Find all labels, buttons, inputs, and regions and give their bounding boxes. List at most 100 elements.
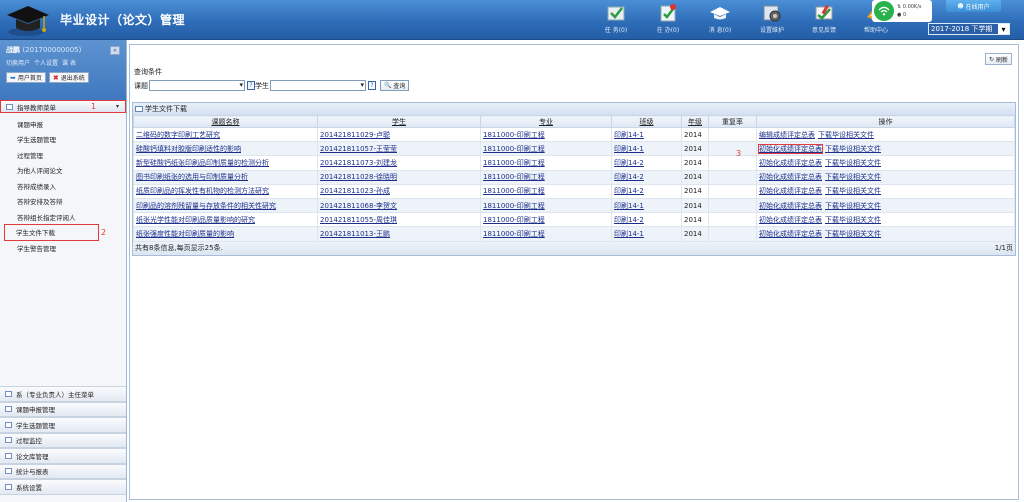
download-files-link[interactable]: 下载毕设相关文件 [825,145,881,153]
sidebar-item-review-others[interactable]: 为他人评阅论文 [0,163,126,179]
switch-user-link[interactable]: 切换用户 [6,60,30,67]
topic-cell-text[interactable]: 新型硅酸钙纸张印刷品印制质量的检测分析 [136,159,269,167]
student-cell-text[interactable]: 201421811073-刘建龙 [320,159,397,167]
init-score-sheet-link[interactable]: 初始化成绩评定总表 [759,187,822,195]
major-cell-text[interactable]: 1811000-印刷工程 [483,187,545,195]
init-score-sheet-link[interactable]: 初始化成绩评定总表 [759,230,822,238]
menu-thesis-library[interactable]: 论文库管理 [0,448,126,464]
sidebar-item-defense-arrange[interactable]: 答辩安排及答辩 [0,194,126,210]
major-cell-text[interactable]: 1811000-印刷工程 [483,173,545,181]
student-cell-text[interactable]: 201421811029-卢聪 [320,131,390,139]
download-files-link[interactable]: 下载毕设相关文件 [825,159,881,167]
grade-cell-text: 2014 [684,201,702,210]
search-button[interactable]: 🔍 查询 [380,80,410,91]
menu-director[interactable]: 系（专业负责人）主任菜单 [0,386,126,402]
timetable-link[interactable]: 课 表 [62,60,76,67]
topic-cell-text[interactable]: 印刷品的溶剂残留量与存放条件的相关性研究 [136,202,276,210]
topic-cell-text[interactable]: 硅酸钙填料对胶版印刷适性的影响 [136,145,241,153]
col-major[interactable]: 专业 [480,115,612,128]
tasks-button[interactable]: 任 务(0) [590,1,642,37]
sidebar-item-student-files[interactable]: 学生文件下载 2 [4,223,106,241]
col-grade[interactable]: 年级 [681,115,709,128]
student-cell-text[interactable]: 201421811028-徐晓明 [320,173,397,181]
student-cell-text[interactable]: 201421811013-王鹏 [320,230,390,238]
init-score-sheet-link[interactable]: 初始化成绩评定总表 [758,143,823,154]
topic-cell-text[interactable]: 二维码的数字印刷工艺研究 [136,131,220,139]
col-class[interactable]: 班级 [611,115,682,128]
duplicate-rate-cell [708,155,757,171]
major-cell-text[interactable]: 1811000-印刷工程 [483,159,545,167]
network-widget[interactable]: ⇅ 0.00K/s ● 0 [872,0,932,22]
topic-cell-text[interactable]: 纸张强度性能对印刷质量的影响 [136,230,234,238]
collapse-sidebar-button[interactable]: « [110,46,120,55]
online-users-icon: ☻ [957,2,966,10]
menu-process-monitor[interactable]: 过程监控 [0,432,126,448]
online-users-button[interactable]: ☻ 在线用户 [946,0,1001,12]
download-files-link[interactable]: 下载毕设相关文件 [825,202,881,210]
download-files-link[interactable]: 下载毕设相关文件 [825,173,881,181]
menu-stats-reports[interactable]: 统计与报表 [0,463,126,479]
class-cell-text[interactable]: 印刷14-2 [614,187,644,195]
refresh-icon: ↻ [989,55,996,63]
feedback-button[interactable]: 意见反馈 [798,1,850,37]
major-cell-text[interactable]: 1811000-印刷工程 [483,131,545,139]
term-select[interactable]: 2017-2018 下学期 ▾ [928,23,1010,35]
student-cell-text[interactable]: 201421811055-周佳琪 [320,216,397,224]
refresh-button[interactable]: ↻ 刷新 [985,53,1012,65]
student-cell-text[interactable]: 201421811023-孙成 [320,187,390,195]
settings-button[interactable]: 设置维护 [746,1,798,37]
table-row: 新型硅酸钙纸张印刷品印制质量的检测分析 201421811073-刘建龙 18110… [133,155,1015,171]
class-cell-text[interactable]: 印刷14-1 [614,131,644,139]
home-button[interactable]: ➥ 用户首页 [6,72,46,83]
class-cell: 印刷14-2 [611,169,682,185]
topic-cell-text[interactable]: 纸质印刷品的挥发性有机物的检测方法研究 [136,187,269,195]
personal-settings-link[interactable]: 个人设置 [34,60,58,67]
topic-cell-text[interactable]: 纸张光学性能对印刷品质量影响的研究 [136,216,255,224]
class-cell-text[interactable]: 印刷14-1 [614,202,644,210]
menu-advisor[interactable]: 指导教师菜单 1 ▾ [0,100,126,113]
major-cell-text[interactable]: 1811000-印刷工程 [483,145,545,153]
help-icon[interactable]: ? [368,81,376,90]
init-score-sheet-link[interactable]: 初始化成绩评定总表 [759,202,822,210]
topic-filter-select[interactable]: ▾ [149,80,245,91]
major-cell-text[interactable]: 1811000-印刷工程 [483,230,545,238]
class-cell-text[interactable]: 印刷14-1 [614,230,644,238]
table-row: 硅酸钙填料对胶版印刷适性的影响 201421811057-王莹莹 1811000-印… [133,141,1015,157]
menu-topic-manage[interactable]: 课题申报管理 [0,401,126,417]
topic-cell: 硅酸钙填料对胶版印刷适性的影响 [133,141,318,157]
col-student[interactable]: 学生 [317,115,481,128]
student-filter-select[interactable]: ▾ [270,80,366,91]
edit-score-sheet-link[interactable]: 编辑成绩评定总表 [759,131,815,139]
init-score-sheet-link[interactable]: 初始化成绩评定总表 [759,173,822,181]
in-progress-button[interactable]: 在 办(0) [642,1,694,37]
help-icon[interactable]: ? [247,81,255,90]
student-cell-text[interactable]: 201421811068-李贺文 [320,202,397,210]
sidebar-item-process[interactable]: 过程管理 [0,147,126,163]
sidebar-item-topic-report[interactable]: 课题申报 [0,116,126,132]
init-score-sheet-link[interactable]: 初始化成绩评定总表 [759,216,822,224]
major-cell-text[interactable]: 1811000-印刷工程 [483,202,545,210]
menu-student-topic[interactable]: 学生选题管理 [0,417,126,433]
messages-icon [710,7,730,20]
student-cell-text[interactable]: 201421811057-王莹莹 [320,145,397,153]
sidebar-item-defense-score[interactable]: 答辩成绩录入 [0,178,126,194]
in-progress-label: 在 办(0) [656,27,680,34]
download-files-link[interactable]: 下载毕设相关文件 [825,230,881,238]
class-cell-text[interactable]: 印刷14-2 [614,159,644,167]
logout-button[interactable]: ✖ 退出系统 [48,72,89,83]
menu-system-settings[interactable]: 系统设置 [0,479,126,495]
init-score-sheet-link[interactable]: 初始化成绩评定总表 [759,159,822,167]
download-files-link[interactable]: 下载毕设相关文件 [825,187,881,195]
class-cell-text[interactable]: 印刷14-2 [614,216,644,224]
messages-button[interactable]: 消 息(0) [694,1,746,37]
download-files-link[interactable]: 下载毕设相关文件 [818,131,874,139]
topic-cell-text[interactable]: 图书印刷纸张的选用与印制质量分析 [136,173,248,181]
major-cell-text[interactable]: 1811000-印刷工程 [483,216,545,224]
download-files-link[interactable]: 下载毕设相关文件 [825,216,881,224]
sidebar-item-student-warning[interactable]: 学生警告管理 [0,240,126,256]
sidebar-item-student-topic[interactable]: 学生选题管理 [0,132,126,148]
class-cell-text[interactable]: 印刷14-2 [614,173,644,181]
col-topic[interactable]: 课题名称 [133,115,318,128]
class-cell-text[interactable]: 印刷14-1 [614,145,644,153]
sidebar-item-assign-reviewer[interactable]: 答辩组长指定评阅人 [0,209,126,225]
